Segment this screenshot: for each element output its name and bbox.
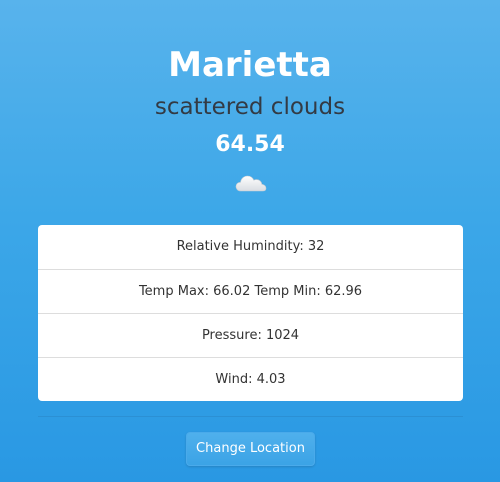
temperature: 64.54 (215, 132, 285, 157)
temp-range-row: Temp Max: 66.02 Temp Min: 62.96 (38, 269, 463, 313)
cloud-icon (235, 175, 267, 192)
change-location-button[interactable]: Change Location (186, 432, 315, 466)
weather-details-card: Relative Humindity: 32 Temp Max: 66.02 T… (38, 225, 463, 401)
divider (38, 416, 463, 417)
pressure-row: Pressure: 1024 (38, 313, 463, 357)
city-name: Marietta (168, 45, 332, 85)
humidity-row: Relative Humindity: 32 (176, 239, 325, 254)
weather-description: scattered clouds (154, 94, 346, 120)
wind-row: Wind: 4.03 (38, 357, 463, 401)
